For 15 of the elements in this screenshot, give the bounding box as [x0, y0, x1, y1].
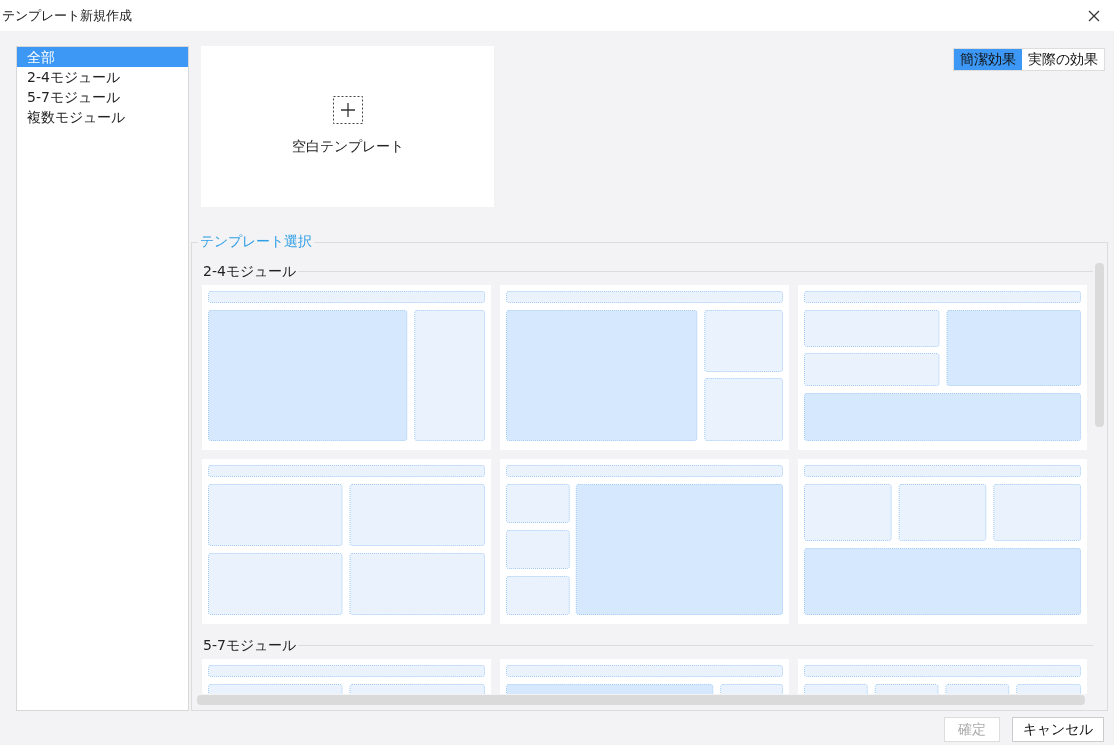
section-title: 2-4モジュール — [202, 261, 296, 281]
category-item[interactable]: 複数モジュール — [17, 107, 188, 127]
view-toggle-option[interactable]: 簡潔効果 — [954, 49, 1022, 70]
category-item[interactable]: 5-7モジュール — [17, 87, 188, 107]
vertical-scrollbar[interactable] — [1095, 263, 1104, 427]
blank-template-label: 空白テンプレート — [291, 137, 404, 156]
close-icon[interactable] — [1088, 9, 1100, 22]
panel-legend: テンプレート選択 — [198, 231, 314, 251]
dialog-button[interactable]: キャンセル — [1012, 717, 1104, 742]
blank-template-card[interactable]: 空白テンプレート — [201, 46, 494, 207]
horizontal-scrollbar[interactable] — [197, 695, 1085, 705]
plus-icon — [332, 96, 363, 124]
window-title: テンプレート新規作成 — [2, 6, 132, 25]
category-item[interactable]: 2-4モジュール — [17, 67, 188, 87]
section-title: 5-7モジュール — [202, 635, 296, 655]
